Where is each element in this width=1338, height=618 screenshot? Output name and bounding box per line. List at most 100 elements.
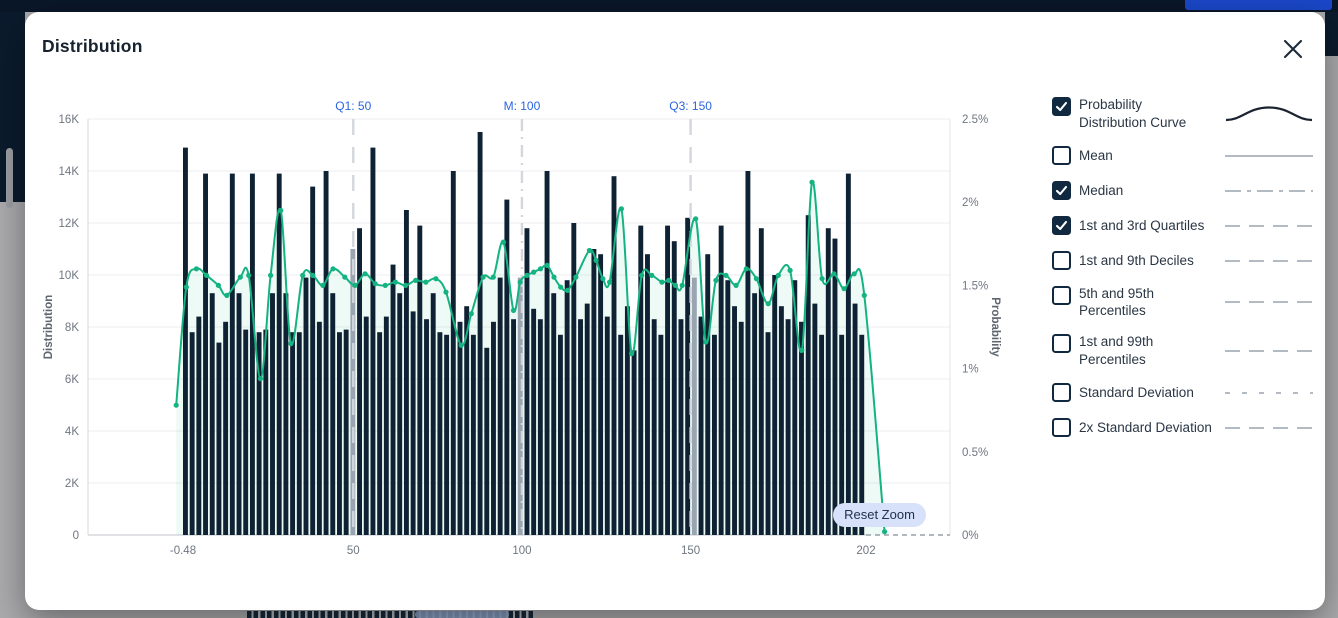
- legend-item: 2x Standard Deviation: [1052, 417, 1314, 439]
- histogram-bar: [203, 174, 208, 535]
- histogram-bar: [846, 174, 851, 535]
- legend-checkbox[interactable]: [1052, 418, 1071, 437]
- legend-line-style-icon: [1224, 145, 1314, 167]
- histogram-bar: [833, 239, 838, 535]
- histogram-bar: [766, 332, 771, 535]
- percentile-marker-label: Q3: 150: [669, 99, 712, 113]
- histogram-bar: [585, 304, 590, 535]
- histogram-bar: [565, 280, 570, 535]
- legend-item: Median: [1052, 180, 1314, 202]
- histogram-bar: [712, 335, 717, 535]
- y-right-axis-title: Probability: [989, 297, 1001, 357]
- histogram-bar: [745, 171, 750, 535]
- y-left-tick: 12K: [59, 218, 80, 230]
- histogram-bar: [277, 174, 282, 535]
- histogram-bar: [752, 293, 757, 535]
- histogram-bar-highlighted: [692, 278, 697, 535]
- histogram-bar: [739, 322, 744, 535]
- histogram-bar: [491, 322, 496, 535]
- x-axis-tick: -0.48: [170, 545, 196, 557]
- histogram-bar: [424, 319, 429, 535]
- background-topbar: [0, 0, 1338, 12]
- histogram-bar: [732, 306, 737, 535]
- legend-item: Mean: [1052, 145, 1314, 167]
- background-primary-button[interactable]: [1185, 0, 1332, 10]
- histogram-bar: [404, 210, 409, 535]
- legend-item-label: 5th and 95th Percentiles: [1079, 285, 1212, 321]
- y-left-tick: 6K: [65, 374, 79, 386]
- histogram-bar: [545, 171, 550, 535]
- y-left-tick: 14K: [59, 166, 80, 178]
- histogram-bar: [317, 322, 322, 535]
- histogram-bar: [591, 249, 596, 535]
- legend-checkbox[interactable]: [1052, 181, 1071, 200]
- legend-item-label: 1st and 99th Percentiles: [1079, 333, 1212, 369]
- legend-item-label: 1st and 9th Deciles: [1079, 252, 1212, 270]
- legend-checkbox[interactable]: [1052, 97, 1071, 116]
- legend-item-label: Standard Deviation: [1079, 384, 1212, 402]
- legend-checkbox[interactable]: [1052, 216, 1071, 235]
- histogram-bar: [377, 332, 382, 535]
- legend-item: 1st and 3rd Quartiles: [1052, 215, 1314, 237]
- histogram-bar: [699, 317, 704, 535]
- histogram-bar: [431, 293, 436, 535]
- histogram-bar: [364, 317, 369, 535]
- histogram-bar: [498, 278, 503, 535]
- y-right-tick: 1.5%: [962, 280, 988, 292]
- y-left-tick: 4K: [65, 426, 79, 438]
- histogram-bar: [370, 148, 375, 535]
- y-right-tick: 2.5%: [962, 114, 988, 126]
- x-axis-tick: 202: [856, 545, 875, 557]
- histogram-bar: [196, 317, 201, 535]
- legend-item-label: Mean: [1079, 147, 1212, 165]
- histogram-bar: [283, 293, 288, 535]
- background-side-tab: [6, 148, 13, 208]
- histogram-bar: [330, 293, 335, 535]
- close-button[interactable]: [1278, 34, 1308, 64]
- histogram-bar: [471, 335, 476, 535]
- histogram-bar: [531, 309, 536, 535]
- legend-checkbox[interactable]: [1052, 146, 1071, 165]
- histogram-bar: [705, 254, 710, 535]
- histogram-bar: [337, 332, 342, 535]
- histogram-bar: [411, 311, 416, 535]
- legend-checkbox[interactable]: [1052, 334, 1071, 353]
- close-icon: [1278, 34, 1308, 64]
- legend-checkbox[interactable]: [1052, 383, 1071, 402]
- reset-zoom-button[interactable]: Reset Zoom: [833, 503, 926, 527]
- legend-item: 1st and 99th Percentiles: [1052, 333, 1314, 369]
- background-content-strip: [0, 610, 1338, 618]
- histogram-bar: [297, 332, 302, 535]
- histogram-bar: [290, 332, 295, 535]
- legend-checkbox[interactable]: [1052, 286, 1071, 305]
- histogram-bar: [391, 265, 396, 535]
- distribution-chart[interactable]: 02K4K6K8K10K12K14K16K0%0.5%1%1.5%2%2.5%-…: [40, 95, 1010, 567]
- legend-item-label: Median: [1079, 182, 1212, 200]
- background-right-panel: [1325, 12, 1338, 56]
- histogram-bar: [759, 228, 764, 535]
- histogram-bar: [478, 132, 483, 535]
- y-left-tick: 2K: [65, 478, 79, 490]
- histogram-bar: [210, 293, 215, 535]
- histogram-bar: [799, 322, 804, 535]
- histogram-bar: [511, 319, 516, 535]
- chart-legend: Probability Distribution Curve Mean Medi…: [1052, 96, 1314, 439]
- x-axis-tick: 150: [681, 545, 700, 557]
- histogram-bar: [437, 332, 442, 535]
- histogram-bar: [725, 280, 730, 535]
- legend-line-style-icon: [1224, 382, 1314, 404]
- histogram-bar: [571, 223, 576, 535]
- histogram-bar: [605, 317, 610, 535]
- y-left-tick: 10K: [59, 270, 80, 282]
- percentile-marker-label: Q1: 50: [335, 99, 371, 113]
- legend-line-style-icon: [1224, 103, 1314, 125]
- legend-line-style-icon: [1224, 250, 1314, 272]
- legend-item-label: 1st and 3rd Quartiles: [1079, 217, 1212, 235]
- legend-checkbox[interactable]: [1052, 251, 1071, 270]
- histogram-bar: [183, 148, 188, 535]
- histogram-bar: [679, 319, 684, 535]
- checkmark-icon: [1054, 99, 1069, 114]
- histogram-bar: [444, 335, 449, 535]
- histogram-bar: [558, 335, 563, 535]
- histogram-bar: [826, 228, 831, 535]
